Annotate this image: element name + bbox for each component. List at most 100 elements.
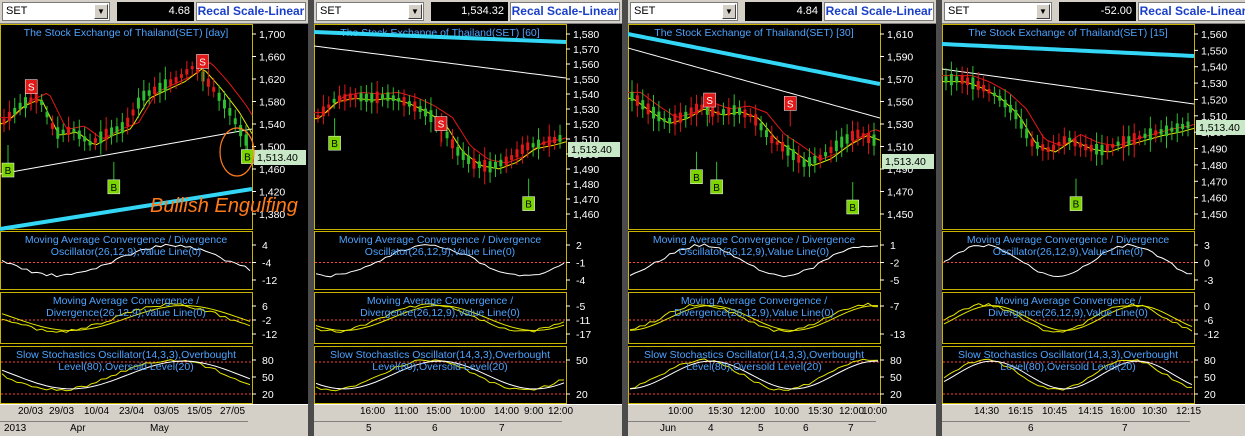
indicator-tick-label: 50 [1204, 372, 1216, 384]
candlestick [131, 102, 135, 125]
pane-separator[interactable] [936, 0, 942, 436]
candlestick [966, 67, 970, 95]
candlestick [987, 83, 991, 102]
stoch-title: Level(80),Oversold Level(20) [372, 361, 507, 373]
candlestick [531, 136, 535, 157]
chevron-down-icon[interactable]: ▼ [722, 4, 736, 19]
candlestick [104, 117, 108, 151]
indicator-tick-label: 20 [262, 389, 274, 401]
time-axis: 16:00 11:00 15:00 10:00 14:00 9:00 12:00 5 6 7 [314, 404, 622, 436]
pane-separator[interactable] [308, 0, 314, 436]
pane-separator[interactable] [622, 0, 628, 436]
time-axis-row-1: 10:00 15:30 12:00 10:00 15:30 12:00 10:00 [628, 405, 887, 420]
recal-scale-button[interactable]: Recal Scale-Linear [196, 2, 306, 21]
indicator-tick-label: -2 [890, 258, 899, 270]
price-tick-label: 1,550 [573, 74, 599, 86]
indicator-tick-label: -5 [890, 275, 899, 287]
candlestick [50, 115, 54, 136]
candlestick [217, 85, 221, 111]
buy-signal-marker[interactable]: B [522, 178, 535, 211]
indicator-tick-label: -5 [576, 301, 585, 313]
candlestick [1111, 137, 1115, 156]
date-label: Apr [70, 423, 86, 434]
macd1-title: Oscillator(26,12,9),Value Line(0) [993, 246, 1143, 258]
time-label: 9:00 [524, 406, 544, 417]
price-tick-label: 1,470 [573, 194, 599, 206]
svg-text:B: B [1073, 200, 1080, 211]
date-label: 6 [1028, 423, 1034, 434]
candlestick [818, 148, 822, 169]
chart-canvas[interactable]: 1,6101,5901,5701,5501,5301,5101,4901,470… [628, 24, 936, 404]
price-tick-label: 1,460 [259, 164, 285, 176]
buy-signal-marker[interactable]: B [1, 145, 15, 178]
chart-canvas[interactable]: 1,5601,5501,5401,5301,5201,5101,5001,490… [942, 24, 1245, 404]
candlestick [169, 71, 173, 93]
time-label: 10/04 [84, 406, 110, 417]
candlestick [488, 152, 492, 183]
time-label: 10:00 [862, 406, 888, 417]
indicator-tick-label: 50 [262, 372, 274, 384]
time-label: 15:00 [426, 406, 452, 417]
symbol-dropdown[interactable]: SET ▼ [630, 2, 738, 21]
buy-signal-marker[interactable]: B [846, 182, 859, 215]
pane-toolbar: SET ▼ 1,534.32 Recal Scale-Linear [314, 0, 622, 24]
macd1-title: Moving Average Convergence / Divergence [653, 234, 856, 246]
indicator-tick-label: 1 [890, 240, 896, 252]
candlestick [662, 110, 666, 129]
symbol-dropdown[interactable]: SET ▼ [944, 2, 1052, 21]
chart-canvas[interactable]: 1,5801,5701,5601,5501,5401,5301,5201,510… [314, 24, 622, 404]
macd1-title: Moving Average Convergence / Divergence [967, 234, 1170, 246]
candlestick [824, 144, 828, 162]
candlestick [499, 153, 503, 175]
time-axis-row-2: 5 6 7 [314, 421, 562, 436]
price-tick-label: 1,540 [259, 119, 285, 131]
candlestick [872, 122, 876, 156]
buy-signal-marker[interactable]: B [690, 151, 703, 185]
candlestick [840, 127, 844, 158]
candlestick [1143, 128, 1147, 146]
svg-text:S: S [706, 96, 713, 107]
buy-signal-marker[interactable]: B [107, 161, 121, 195]
sell-signal-marker[interactable]: S [783, 96, 797, 127]
candlestick [56, 116, 60, 149]
candlestick [429, 97, 433, 133]
chevron-down-icon[interactable]: ▼ [1036, 4, 1050, 19]
candlestick [1170, 120, 1174, 141]
macd1-title: Moving Average Convergence / Divergence [25, 234, 228, 246]
symbol-dropdown[interactable]: SET ▼ [2, 2, 110, 21]
indicator-tick-label: 2 [576, 240, 582, 252]
candlestick [327, 96, 331, 117]
candlestick [976, 71, 980, 98]
candlestick [1154, 124, 1158, 143]
candlestick [1095, 132, 1099, 166]
price-tick-label: 1,470 [1201, 176, 1227, 188]
macd2-title: Moving Average Convergence / [367, 295, 513, 307]
time-axis-row-2: 2013 Apr May [0, 421, 248, 436]
candlestick [536, 128, 540, 160]
recal-scale-button[interactable]: Recal Scale-Linear [510, 2, 620, 21]
price-tick-label: 1,460 [1201, 193, 1227, 205]
candlestick [348, 87, 352, 108]
candlestick [163, 66, 167, 101]
candlestick [316, 108, 320, 123]
chevron-down-icon[interactable]: ▼ [94, 4, 108, 19]
candlestick [407, 95, 411, 115]
symbol-dropdown[interactable]: SET ▼ [316, 2, 424, 21]
recal-scale-button[interactable]: Recal Scale-Linear [824, 2, 934, 21]
slow-moving-average-line [0, 128, 253, 175]
symbol-value: SET [320, 5, 342, 17]
buy-signal-marker[interactable]: B [1069, 178, 1083, 211]
candlestick [222, 91, 226, 119]
buy-signal-marker[interactable]: B [328, 118, 341, 151]
buy-signal-marker[interactable]: B [241, 131, 254, 164]
buy-signal-marker[interactable]: B [710, 161, 723, 195]
candlestick [233, 109, 237, 133]
time-label: 15:30 [708, 406, 734, 417]
candlestick [716, 103, 720, 123]
chevron-down-icon[interactable]: ▼ [408, 4, 422, 19]
chart-canvas[interactable]: 1,7001,6601,6201,5801,5401,5001,4601,420… [0, 24, 308, 404]
recal-scale-button[interactable]: Recal Scale-Linear [1138, 2, 1245, 21]
price-tick-label: 1,470 [887, 187, 913, 199]
candlestick [1159, 120, 1163, 143]
indicator-tick-label: 6 [262, 301, 268, 313]
